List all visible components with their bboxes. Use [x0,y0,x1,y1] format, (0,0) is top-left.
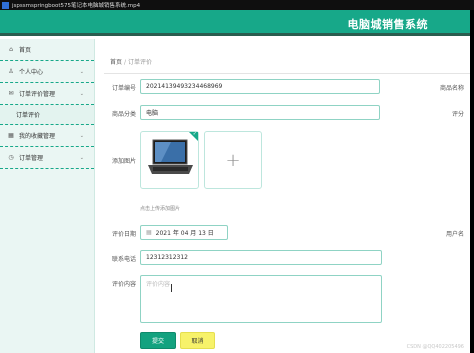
chevron-down-icon: ⌄ [79,90,84,97]
plus-icon: + [225,149,241,171]
breadcrumb-current: 订单评价 [128,59,153,66]
cancel-button[interactable]: 取消 [180,332,215,349]
laptop-image [148,139,193,174]
sidebar-item-home[interactable]: ⌂ 首页 [0,39,94,61]
sidebar-item-label: 订单管理 [19,155,44,162]
sidebar-item-orders[interactable]: ◷ 订单管理 ⌄ [0,147,94,169]
upload-hint: 点击上传添加图片 [140,206,181,212]
order-no-field[interactable]: 20214139493234468969 [140,79,380,94]
phone-field[interactable]: 12312312312 [140,250,382,265]
sidebar-item-label: 我的收藏管理 [19,133,56,140]
eval-date-label: 评价日期 [112,231,137,238]
breadcrumb: 首页 / 订单评价 [110,57,152,66]
content-label: 评价内容 [112,281,137,288]
home-icon: ⌂ [9,46,13,53]
clock-icon: ◷ [8,154,14,161]
chevron-down-icon: ⌄ [79,68,84,75]
sidebar-item-label: 订单评价管理 [19,91,56,98]
check-icon: ✓ [192,131,197,137]
add-image-button[interactable]: + [204,131,262,189]
phone-value: 12312312312 [146,254,188,261]
content-textarea[interactable]: 评价内容 [140,275,382,323]
category-field[interactable]: 电脑 [140,105,380,120]
grid-icon: ▦ [8,132,14,139]
submit-button[interactable]: 提交 [140,332,176,349]
sidebar-item-profile[interactable]: ♙ 个人中心 ⌄ [0,61,94,83]
mail-icon: ✉ [8,90,14,97]
text-cursor [171,284,172,292]
order-no-label: 订单编号 [112,85,137,92]
sidebar-item-favorites[interactable]: ▦ 我的收藏管理 ⌄ [0,125,94,147]
sidebar-subitem-label: 订单评价 [16,112,41,119]
chevron-down-icon: ⌄ [79,132,84,139]
product-name-label: 商品名称 [440,85,465,92]
calendar-icon: ▦ [146,229,152,236]
eval-date-value: 2021 年 04 月 13 日 [155,230,214,237]
chevron-down-icon: ⌄ [79,154,84,161]
rating-label: 评分 [452,111,465,118]
breadcrumb-separator: / [124,59,127,66]
main-content: 首页 / 订单评价 订单编号 20214139493234468969 商品名称 商… [96,39,470,353]
watermark: CSDN @QQ402205496 [406,344,464,350]
phone-label: 联系电话 [112,256,137,263]
sidebar-item-label: 首页 [19,47,32,54]
image-label: 添加图片 [112,158,137,165]
category-label: 商品分类 [112,111,137,118]
username-label: 用户名 [446,231,465,238]
uploaded-image-thumb[interactable]: ✓ [140,131,199,189]
window-title: jspssmspringboot575笔记本电脑城销售系统.mp4 [12,3,141,9]
sidebar-subitem-review[interactable]: 订单评价 [0,105,94,125]
sidebar-item-review-mgmt[interactable]: ✉ 订单评价管理 ⌄ [0,83,94,105]
top-header: 电脑城销售系统 [0,10,470,36]
user-icon: ♙ [8,68,14,75]
app-icon [2,1,9,9]
window-titlebar: jspssmspringboot575笔记本电脑城销售系统.mp4 [0,0,474,10]
category-value: 电脑 [146,110,159,117]
order-no-value: 20214139493234468969 [146,83,223,90]
sidebar: ⌂ 首页 ♙ 个人中心 ⌄ ✉ 订单评价管理 ⌄ 订单评价 ▦ 我的收藏管理 ⌄… [0,39,95,353]
breadcrumb-home[interactable]: 首页 [110,59,122,66]
sidebar-item-label: 个人中心 [19,69,44,76]
app-window: 电脑城销售系统 ⌂ 首页 ♙ 个人中心 ⌄ ✉ 订单评价管理 ⌄ 订单评价 ▦ … [0,10,470,353]
eval-date-picker[interactable]: ▦ 2021 年 04 月 13 日 [140,225,228,240]
content-placeholder: 评价内容 [146,281,171,288]
site-title: 电脑城销售系统 [347,18,428,31]
divider [104,73,470,74]
